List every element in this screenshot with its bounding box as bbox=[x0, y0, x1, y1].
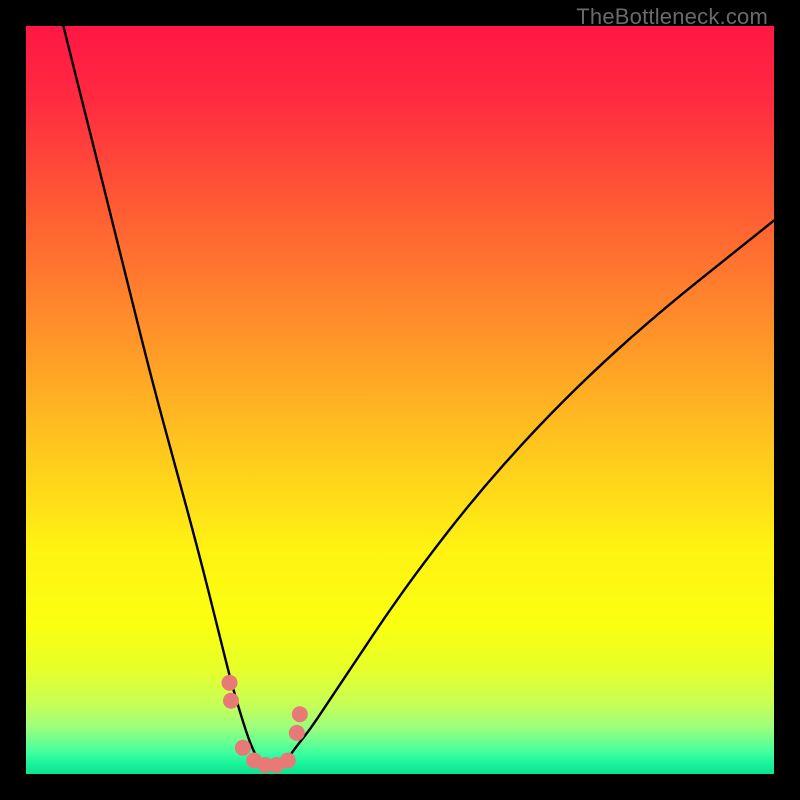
bottleneck-curve bbox=[63, 26, 774, 768]
trough-dot bbox=[222, 675, 238, 691]
trough-dot bbox=[289, 725, 305, 741]
trough-dot bbox=[292, 706, 308, 722]
trough-dot bbox=[280, 753, 296, 769]
trough-dot bbox=[235, 740, 251, 756]
trough-dot bbox=[223, 693, 239, 709]
chart-frame bbox=[26, 26, 774, 774]
watermark-text: TheBottleneck.com bbox=[576, 4, 768, 30]
bottleneck-chart bbox=[26, 26, 774, 774]
